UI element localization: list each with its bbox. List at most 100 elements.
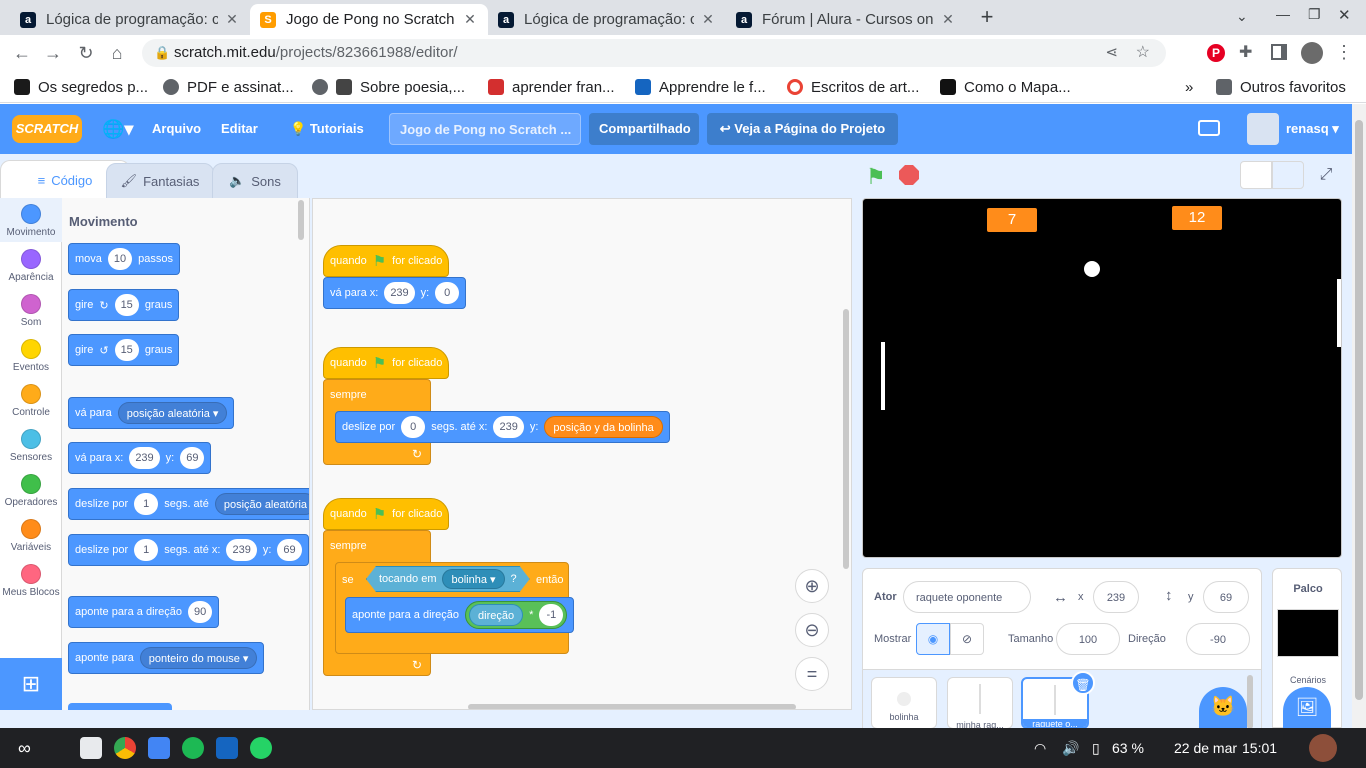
when-flag-clicked-hat[interactable]: quando ⚑ for clicado <box>323 245 450 277</box>
hide-eye-icon[interactable]: ⊘ <box>950 623 984 655</box>
x-input[interactable]: 239 <box>1093 581 1139 613</box>
tab-costumes[interactable]: 🖌 Fantasias <box>106 163 214 199</box>
bookmark-star-icon[interactable]: ☆ <box>1136 39 1150 67</box>
close-icon[interactable]: ✕ <box>940 11 956 28</box>
delete-trash-icon[interactable]: 🗑 <box>1071 671 1095 695</box>
direction-reporter[interactable]: direção <box>469 604 524 626</box>
block-point-direction[interactable]: aponte para a direção 90 <box>68 596 220 628</box>
wifi-icon[interactable]: ◠ <box>1034 740 1046 757</box>
user-avatar[interactable] <box>1309 734 1337 762</box>
block-go-to-xy[interactable]: vá para x: 239 y: 0 <box>323 277 467 309</box>
my-stuff-folder-icon[interactable] <box>1198 120 1220 136</box>
block-go-to-xy[interactable]: vá para x: 239 y: 69 <box>68 442 212 474</box>
tab-sounds[interactable]: 🔈 Sons <box>212 163 298 199</box>
script-area[interactable]: quando ⚑ for clicado vá para x: 239 y: 0 quan… <box>312 198 852 710</box>
bookmark-item[interactable]: Como o Mapa... <box>940 77 1071 97</box>
bookmark-item[interactable]: aprender fran... <box>488 77 615 97</box>
pinterest-extension-icon[interactable]: P <box>1207 44 1225 62</box>
close-icon[interactable]: ✕ <box>700 11 716 28</box>
stop-sign-icon[interactable] <box>899 165 919 185</box>
script-horizontal-scrollbar[interactable] <box>468 704 796 709</box>
volume-icon[interactable]: 🔊 <box>1062 740 1079 757</box>
block-move-steps[interactable]: mova 10 passos <box>68 243 181 275</box>
steps-input[interactable]: 10 <box>107 248 133 270</box>
block-glide-to-xy[interactable]: deslize por 1 segs. até x: 239 y: 69 <box>68 534 309 566</box>
category-movimento[interactable]: Movimento <box>0 204 62 238</box>
page-scrollbar[interactable] <box>1352 104 1366 728</box>
small-stage-icon[interactable] <box>1240 161 1272 189</box>
palette-scrollbar[interactable] <box>298 200 304 240</box>
sprite-name-input[interactable]: raquete oponente <box>903 581 1031 613</box>
multiply-operator[interactable]: direção * -1 <box>465 601 568 629</box>
block-turn-right[interactable]: gire ↻ 15 graus <box>68 289 180 321</box>
direction-input[interactable]: -90 <box>1186 623 1250 655</box>
stage-canvas[interactable]: 7 12 <box>862 198 1342 558</box>
block-point-direction[interactable]: aponte para a direção direção * -1 <box>345 597 575 633</box>
user-menu[interactable]: renasq ▾ <box>1286 104 1339 154</box>
block-go-to[interactable]: vá para posição aleatória ▾ <box>68 397 235 429</box>
tab-logica-2[interactable]: a Lógica de programação: c ✕ <box>488 4 726 35</box>
menu-arquivo[interactable]: Arquivo <box>152 104 201 154</box>
bookmark-item[interactable]: Escritos de art... <box>787 77 919 97</box>
project-title-input[interactable]: Jogo de Pong no Scratch ... <box>389 113 581 145</box>
fullscreen-icon[interactable]: ⤢ <box>1312 161 1340 189</box>
close-window-icon[interactable]: ✕ <box>1338 6 1351 24</box>
language-globe-icon[interactable]: 🌐▾ <box>102 104 133 154</box>
home-icon[interactable]: ⌂ <box>106 42 128 64</box>
when-flag-clicked-hat[interactable]: quando ⚑ for clicado <box>323 347 450 379</box>
spotify-icon[interactable] <box>182 737 204 759</box>
shared-button[interactable]: Compartilhado <box>589 113 699 145</box>
bookmark-item[interactable]: Os segredos p... <box>14 77 148 97</box>
sprite-tile-bolinha[interactable]: bolinha <box>871 677 937 729</box>
tab-search-chevron-icon[interactable]: ⌄ <box>1236 8 1248 25</box>
large-stage-icon[interactable] <box>1272 161 1304 189</box>
app-grid-icon[interactable] <box>80 737 102 759</box>
point-towards-dropdown[interactable]: ponteiro do mouse ▾ <box>139 647 258 669</box>
tab-forum-alura[interactable]: a Fórum | Alura - Cursos on ✕ <box>726 4 966 35</box>
chrome-menu-icon[interactable]: ⋮ <box>1335 42 1353 63</box>
bookmarks-overflow-button[interactable]: » <box>1185 77 1193 97</box>
zoom-reset-icon[interactable]: = <box>795 657 829 691</box>
block-glide-to-xy[interactable]: deslize por 0 segs. até x: 239 y: posição y d… <box>335 411 670 443</box>
menu-editar[interactable]: Editar <box>221 104 258 154</box>
add-backdrop-icon[interactable]: 🖼 <box>1283 687 1331 729</box>
touching-sensor-block[interactable]: tocando em bolinha ▾? <box>366 566 530 592</box>
share-icon[interactable]: ⋖ <box>1105 39 1118 67</box>
forward-arrow-icon[interactable]: → <box>42 42 64 64</box>
address-bar[interactable]: 🔒 scratch.mit.edu/projects/823661988/edi… <box>142 39 1166 67</box>
docs-icon[interactable] <box>148 737 170 759</box>
close-icon[interactable]: ✕ <box>224 11 240 28</box>
variable-reporter[interactable]: posição y da bolinha <box>544 416 663 438</box>
script-vertical-scrollbar[interactable] <box>843 309 849 569</box>
menu-tutoriais[interactable]: 💡 Tutoriais <box>290 104 364 154</box>
category-meus-blocos[interactable]: Meus Blocos <box>0 564 62 598</box>
zoom-in-icon[interactable]: ⊕ <box>795 569 829 603</box>
back-arrow-icon[interactable]: ← <box>11 42 33 64</box>
stage-selector[interactable]: Palco Cenários 🖼 <box>1272 568 1342 729</box>
reload-icon[interactable]: ↻ <box>75 42 97 64</box>
touching-object-dropdown[interactable]: bolinha ▾ <box>442 569 504 589</box>
category-sensores[interactable]: Sensores <box>0 429 62 463</box>
extensions-puzzle-icon[interactable]: ✚ <box>1239 42 1252 62</box>
bookmark-item[interactable]: Apprendre le f... <box>635 77 766 97</box>
side-panel-icon[interactable] <box>1271 44 1287 60</box>
go-to-dropdown[interactable]: posição aleatória ▾ <box>117 402 228 424</box>
bookmark-item[interactable]: Sobre poesia,... <box>312 77 465 97</box>
whatsapp-icon[interactable] <box>250 737 272 759</box>
tab-jogo-de-pong[interactable]: S Jogo de Pong no Scratch ✕ <box>250 4 488 35</box>
add-sprite-cat-icon[interactable]: 🐱 <box>1199 687 1247 729</box>
close-icon[interactable]: ✕ <box>462 11 478 28</box>
block-point-towards[interactable]: aponte para ponteiro do mouse ▾ <box>68 642 265 674</box>
block-turn-left[interactable]: gire ↺ 15 graus <box>68 334 180 366</box>
block-glide-to[interactable]: deslize por 1 segs. até posição aleatória <box>68 488 309 520</box>
when-flag-clicked-hat[interactable]: quando ⚑ for clicado <box>323 498 450 530</box>
restore-icon[interactable]: ❐ <box>1308 6 1321 23</box>
category-controle[interactable]: Controle <box>0 384 62 418</box>
bookmark-item[interactable]: PDF e assinat... <box>163 77 294 97</box>
category-som[interactable]: Som <box>0 294 62 328</box>
profile-avatar[interactable] <box>1301 42 1323 64</box>
category-operadores[interactable]: Operadores <box>0 474 62 508</box>
sprite-tile-minha-raquete[interactable]: minha rag... <box>947 677 1013 729</box>
y-input[interactable]: 69 <box>1203 581 1249 613</box>
new-tab-button[interactable]: + <box>976 6 998 28</box>
